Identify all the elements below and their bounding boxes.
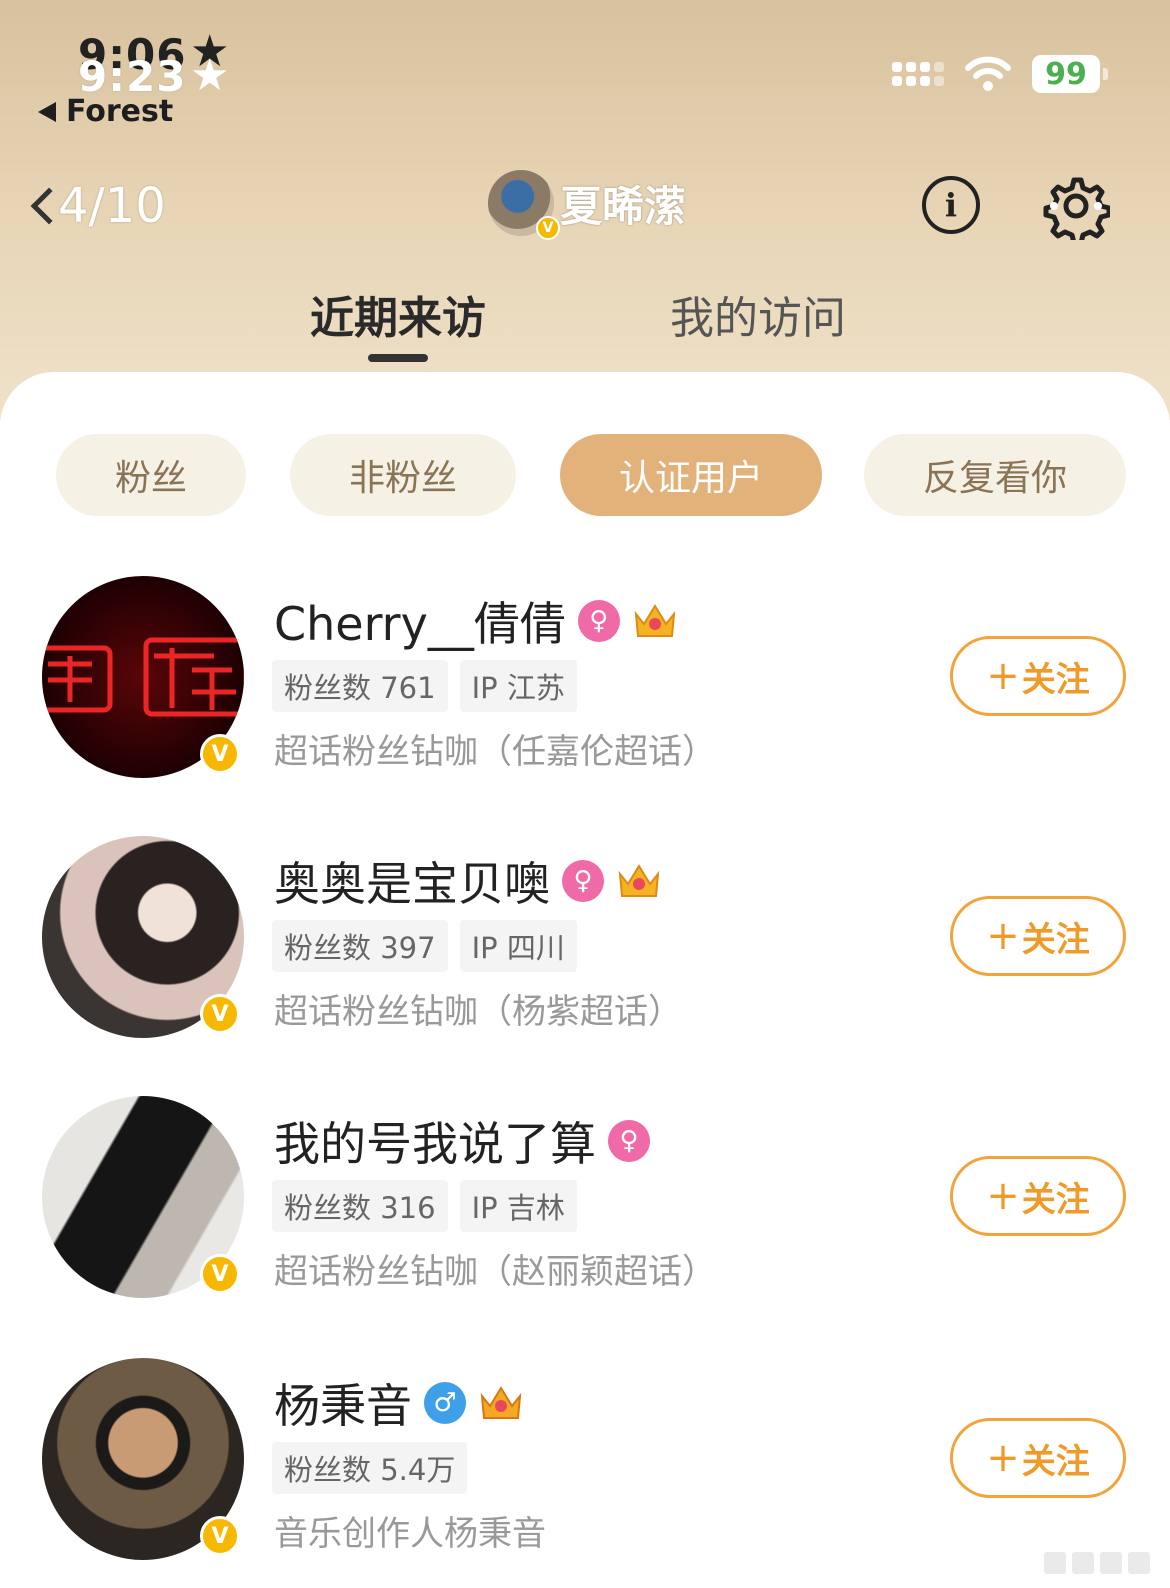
list-item[interactable]: V 我的号我说了算 ♀ 粉丝数 316 IP 吉林 超话粉丝钻咖（赵丽颖超话） … (0, 1096, 1170, 1326)
user-name[interactable]: 我的号我说了算 (274, 1108, 596, 1174)
plus-icon: + (986, 1435, 1020, 1481)
plus-icon: + (986, 913, 1020, 959)
back-app-label: Forest (66, 94, 174, 129)
status-indicators: 99 (892, 54, 1108, 94)
watermark-logo (1044, 1552, 1150, 1574)
user-name[interactable]: 奥奥是宝贝噢 (274, 848, 550, 914)
back-button[interactable]: 4/10 (30, 178, 166, 234)
ip-location-tag: IP 吉林 (459, 1180, 577, 1232)
profile-header[interactable]: V 夏晞潆 (488, 170, 687, 240)
follow-label: 关注 (1021, 1179, 1090, 1220)
plus-icon: + (986, 653, 1020, 699)
user-name[interactable]: 杨秉音 (274, 1370, 412, 1436)
follow-button[interactable]: + 关注 (950, 636, 1126, 716)
female-icon: ♀ (608, 1120, 650, 1162)
wifi-icon (965, 56, 1011, 91)
filter-verified-users[interactable]: 认证用户 (560, 434, 822, 516)
user-description: 超话粉丝钻咖（任嘉伦超话） (274, 732, 716, 772)
active-tab-indicator (368, 354, 428, 362)
list-item[interactable]: V 奥奥是宝贝噢 ♀ 粉丝数 397 IP 四川 超话粉丝钻咖（杨紫超话） + 关… (0, 836, 1170, 1066)
profile-name: 夏晞潆 (560, 181, 687, 231)
fans-count-tag: 粉丝数 397 (272, 920, 448, 972)
fans-count-tag: 粉丝数 5.4万 (272, 1442, 468, 1494)
follow-button[interactable]: + 关注 (950, 896, 1126, 976)
ip-location-tag: IP 江苏 (459, 660, 577, 712)
verified-badge-icon: V (200, 734, 240, 774)
profile-avatar: V (488, 170, 560, 240)
filter-fans[interactable]: 粉丝 (56, 434, 246, 516)
battery-indicator: 99 (1032, 55, 1108, 93)
filter-repeat-viewers[interactable]: 反复看你 (864, 434, 1126, 516)
plus-icon: + (986, 1173, 1020, 1219)
user-description: 音乐创作人杨秉音 (274, 1514, 546, 1554)
female-icon: ♀ (562, 860, 604, 902)
cellular-signal-icon (892, 62, 944, 86)
crown-icon (618, 864, 660, 897)
crown-icon (634, 604, 676, 637)
list-item[interactable]: V 杨秉音 ♂ 粉丝数 5.4万 音乐创作人杨秉音 + 关注 (0, 1358, 1170, 1588)
crown-icon (480, 1386, 522, 1419)
tab-recent-visitors[interactable]: 近期来访 (310, 282, 486, 346)
tab-my-visits[interactable]: 我的访问 (670, 282, 846, 346)
visitor-counter: 4/10 (58, 178, 166, 234)
back-to-app-link[interactable]: Forest (38, 94, 173, 129)
fans-count-tag: 粉丝数 316 (272, 1180, 448, 1232)
follow-button[interactable]: + 关注 (950, 1418, 1126, 1498)
filter-non-fans[interactable]: 非粉丝 (290, 434, 516, 516)
user-name[interactable]: Cherry__倩倩 (274, 588, 566, 654)
male-icon: ♂ (424, 1382, 466, 1424)
settings-gear-icon[interactable] (1042, 172, 1110, 240)
follow-label: 关注 (1021, 659, 1090, 700)
back-triangle-icon (38, 101, 56, 122)
user-description: 超话粉丝钻咖（杨紫超话） (274, 992, 682, 1032)
info-icon[interactable]: i (922, 176, 980, 234)
verified-badge-icon: V (200, 1516, 240, 1556)
star-icon-front: ★ (190, 50, 230, 101)
list-item[interactable]: V Cherry__倩倩 ♀ 粉丝数 761 IP 江苏 超话粉丝钻咖（任嘉伦超… (0, 576, 1170, 806)
verified-badge-icon: V (200, 1254, 240, 1294)
ip-location-tag: IP 四川 (459, 920, 577, 972)
user-description: 超话粉丝钻咖（赵丽颖超话） (274, 1252, 716, 1292)
follow-button[interactable]: + 关注 (950, 1156, 1126, 1236)
fans-count-tag: 粉丝数 761 (272, 660, 448, 712)
follow-label: 关注 (1021, 1441, 1090, 1482)
verified-badge-icon: V (200, 994, 240, 1034)
verified-badge-icon: V (536, 216, 560, 240)
female-icon: ♀ (577, 600, 620, 642)
follow-label: 关注 (1021, 919, 1090, 960)
